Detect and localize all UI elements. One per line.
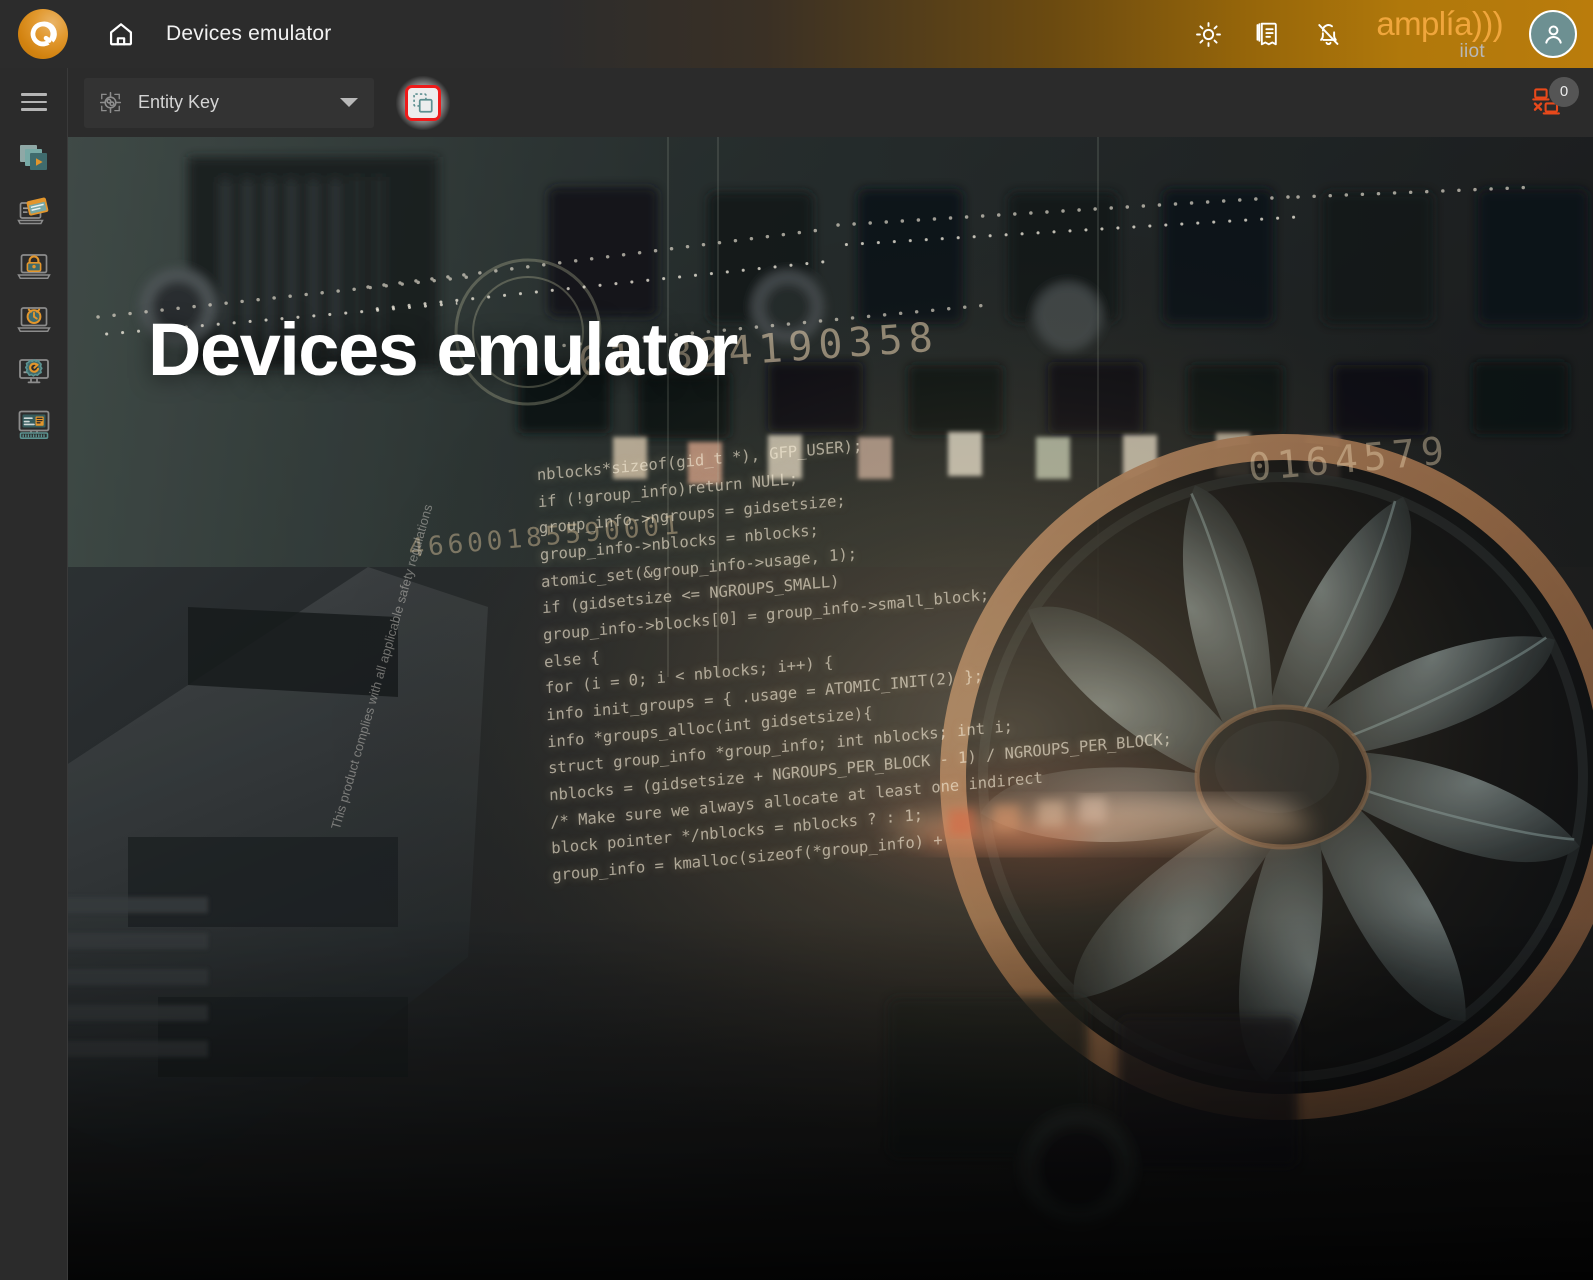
brightness-button[interactable]: [1188, 14, 1228, 54]
brightness-icon: [1195, 21, 1221, 47]
entity-key-select[interactable]: Entity Key: [84, 77, 374, 128]
terminal-keyboard-icon: [18, 410, 50, 439]
sidebar-item-scheduling[interactable]: [0, 292, 68, 344]
hamburger-icon-bar: [21, 93, 47, 96]
menu-toggle-button[interactable]: [0, 68, 68, 132]
duplicate-button[interactable]: [405, 84, 441, 121]
home-icon: [109, 23, 133, 46]
hero-title: Devices emulator: [148, 308, 738, 391]
laptop-document-icon: [17, 197, 49, 225]
user-avatar-icon: [1544, 24, 1562, 44]
notifications-button[interactable]: [1308, 14, 1348, 54]
avatar[interactable]: [1529, 10, 1577, 58]
duplicate-button-highlight: [396, 75, 450, 130]
sidebar-item-templates[interactable]: [0, 186, 68, 238]
amplia-logo-subtext: iiot: [1459, 41, 1485, 62]
hamburger-icon-bar: [21, 100, 47, 104]
laptop-clock-icon: [17, 307, 51, 332]
app-root: Devices emulator amplía))) iiot Entity K…: [0, 0, 1593, 1280]
sidebar: [0, 68, 68, 1280]
target-crosshair-icon: [96, 89, 124, 117]
brand-q-icon: [30, 21, 57, 47]
amplia-circle-logo[interactable]: [18, 9, 68, 59]
changelog-button[interactable]: [1248, 14, 1288, 54]
bell-off-icon: [1318, 23, 1339, 45]
hamburger-icon-bar: [21, 108, 47, 111]
app-header: Devices emulator amplía))) iiot: [0, 0, 1593, 68]
disconnected-count-badge: 0: [1549, 76, 1579, 107]
entity-key-value: Entity Key: [138, 92, 220, 112]
hero-banner: 61 824190358 0164579 46600185590001 This…: [68, 137, 1593, 1280]
home-button[interactable]: [104, 17, 138, 51]
amplia-logo-text: amplía))): [1376, 5, 1503, 42]
monitor-gear-icon: [19, 359, 49, 384]
chevron-down-icon[interactable]: [340, 98, 358, 107]
stacked-play-icon: [20, 145, 47, 170]
amplia-wordmark: amplía))) iiot: [1376, 7, 1503, 61]
sidebar-item-simulations[interactable]: [0, 133, 68, 185]
sidebar-item-settings[interactable]: [0, 345, 68, 397]
sidebar-item-console[interactable]: [0, 398, 68, 450]
changelog-icon: [1256, 22, 1278, 46]
duplicate-icon: [413, 92, 433, 113]
toolbar: Entity Key 0: [68, 68, 1593, 137]
disconnected-devices-indicator[interactable]: 0: [1529, 76, 1579, 120]
sidebar-item-security[interactable]: [0, 239, 68, 291]
page-title: Devices emulator: [166, 22, 332, 45]
laptop-lock-icon: [17, 254, 51, 279]
